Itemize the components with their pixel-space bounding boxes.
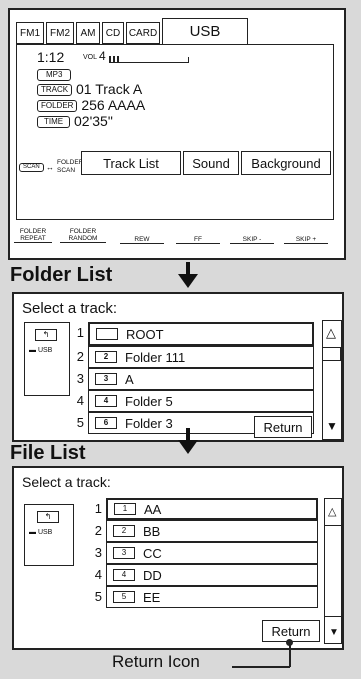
down-arrow-icon[interactable]: ▼: [326, 419, 338, 433]
file-icon: 1: [114, 503, 136, 515]
time-row: TIME 02'35": [37, 113, 113, 129]
file-icon: 5: [113, 591, 135, 603]
rew-button[interactable]: REW: [120, 236, 164, 244]
tab-fm1[interactable]: FM1: [16, 22, 44, 44]
skip-minus-button[interactable]: SKIP -: [230, 236, 274, 244]
folder-scan-label: FOLDER SCAN: [57, 159, 84, 174]
file-index-4: 4: [94, 567, 102, 582]
return-icon-callout: Return Icon: [112, 652, 200, 671]
ff-button[interactable]: FF: [176, 236, 220, 244]
usb-icon: ▬: [29, 347, 36, 354]
usb-label: USB: [37, 529, 53, 536]
track-row: TRACK 01 Track A: [37, 81, 142, 97]
tab-card[interactable]: CARD: [126, 22, 160, 44]
folder-repeat-button[interactable]: FOLDER REPEAT: [14, 228, 52, 243]
scroll-track[interactable]: [324, 525, 341, 617]
file-item-1[interactable]: 1 AA: [106, 498, 318, 520]
scan-control[interactable]: SCAN ↔ FOLDER SCAN: [17, 155, 83, 179]
down-arrow-icon: [178, 428, 198, 459]
scroll-thumb[interactable]: [322, 347, 341, 361]
file-item-5[interactable]: 5 EE: [106, 586, 318, 608]
folder-list-panel: Select a track: ↰ ▬ USB 1 ROOT 2 2 Folder…: [12, 292, 344, 442]
folder-icon: [96, 328, 118, 340]
file-icon: 3: [113, 547, 135, 559]
up-arrow-icon[interactable]: △: [328, 505, 336, 518]
file-icon: 2: [113, 525, 135, 537]
time-label: TIME: [37, 116, 71, 129]
folder-index-2: 2: [76, 349, 84, 364]
folder-icon: 3: [95, 373, 117, 385]
volume-value: 4: [99, 49, 106, 63]
folder-item-4[interactable]: 4 Folder 5: [88, 390, 314, 412]
skip-plus-button[interactable]: SKIP +: [284, 236, 328, 244]
folder-value: 256 AAAA: [81, 97, 146, 113]
folder-index-4: 4: [76, 393, 84, 408]
folder-icon: 2: [95, 351, 117, 363]
file-list-prompt: Select a track:: [22, 474, 111, 490]
file-icon: 4: [113, 569, 135, 581]
sound-button[interactable]: Sound: [183, 151, 239, 175]
volume-label: VOL: [83, 54, 98, 61]
folder-icon: 4: [95, 395, 117, 407]
folder-item-2[interactable]: 2 Folder 111: [88, 346, 314, 368]
tab-usb[interactable]: USB: [162, 18, 248, 44]
file-item-2[interactable]: 2 BB: [106, 520, 318, 542]
folder-item-3[interactable]: 3A: [88, 368, 314, 390]
back-folder-icon: ↰: [37, 511, 59, 523]
tab-am[interactable]: AM: [76, 22, 100, 44]
usb-source-box[interactable]: ↰ ▬ USB: [24, 504, 74, 566]
folder-row: FOLDER 256 AAAA: [37, 97, 145, 113]
folder-label: FOLDER: [37, 100, 78, 113]
down-arrow-icon[interactable]: ▼: [329, 627, 339, 638]
track-label: TRACK: [37, 84, 73, 97]
mp3-badge: MP3: [37, 68, 72, 81]
folder-list-heading: Folder List: [10, 264, 113, 286]
usb-label: USB: [37, 347, 53, 354]
file-list-panel: Select a track: ↰ ▬ USB 1 1 AA 2 2 BB 3 3C…: [12, 466, 344, 650]
file-index-5: 5: [94, 589, 102, 604]
usb-source-box[interactable]: ↰ ▬ USB: [24, 322, 70, 396]
track-list-button[interactable]: Track List: [81, 151, 181, 175]
file-items: 1 1 AA 2 2 BB 3 3 CC 4 4 DD 5 5 EE: [92, 498, 322, 618]
file-list-heading: File List: [10, 442, 86, 464]
folder-random-button[interactable]: FOLDER RANDOM: [60, 228, 106, 243]
callout-dot: [286, 639, 293, 646]
file-item-4[interactable]: 4 DD: [106, 564, 318, 586]
usb-icon: ▬: [29, 529, 36, 536]
folder-scrollbar[interactable]: △ ▼: [322, 320, 342, 440]
folder-index-5: 5: [76, 415, 84, 430]
folder-index-3: 3: [76, 371, 84, 386]
file-index-2: 2: [94, 523, 102, 538]
tab-fm2[interactable]: FM2: [46, 22, 74, 44]
folder-item-root[interactable]: ROOT: [88, 322, 314, 346]
folder-return-button[interactable]: Return: [254, 416, 312, 438]
playback-time: 1:12: [37, 49, 65, 65]
time-value: 02'35": [74, 113, 113, 129]
down-arrow-icon: [178, 262, 198, 293]
now-playing-display: 1:12 VOL 4 MP3 TRACK 01 Track A FOLDER 2…: [16, 44, 334, 220]
scan-label: SCAN: [19, 163, 44, 172]
file-scrollbar[interactable]: △ ▼: [324, 498, 342, 644]
volume-bar: [109, 56, 189, 63]
back-folder-icon: ↰: [35, 329, 57, 341]
file-index-3: 3: [94, 545, 102, 560]
file-item-3[interactable]: 3 CC: [106, 542, 318, 564]
folder-index-1: 1: [76, 325, 84, 340]
track-value: 01 Track A: [76, 81, 143, 97]
file-index-1: 1: [94, 501, 102, 516]
folder-list-prompt: Select a track:: [22, 300, 118, 317]
up-arrow-icon[interactable]: △: [326, 325, 336, 341]
folder-icon: 6: [95, 417, 117, 429]
callout-line: [232, 666, 290, 668]
tab-cd[interactable]: CD: [102, 22, 124, 44]
background-button[interactable]: Background: [241, 151, 331, 175]
